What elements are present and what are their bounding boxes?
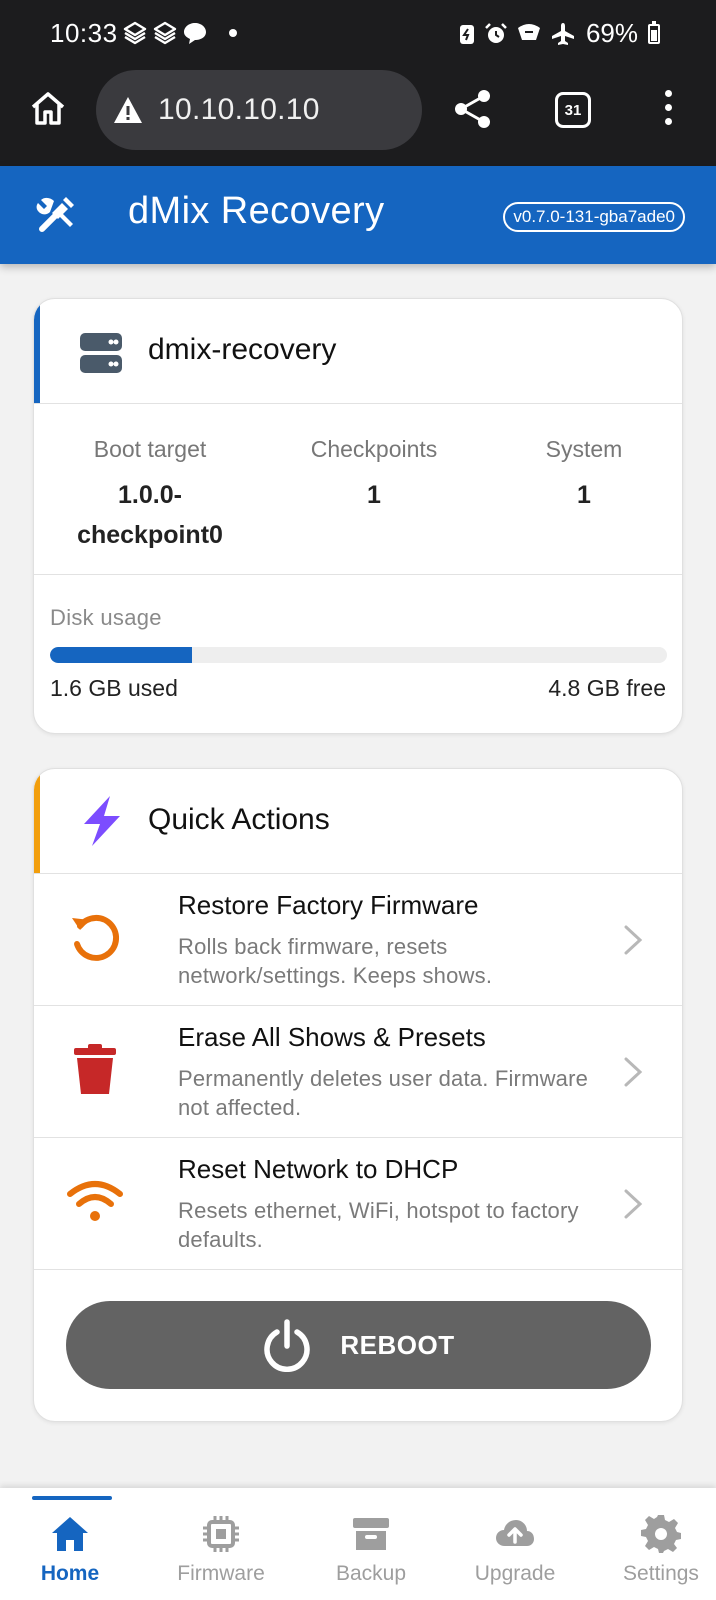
chevron-right-icon xyxy=(624,925,643,955)
share-icon[interactable] xyxy=(452,88,494,130)
action-reset-network[interactable]: Reset Network to DHCP Resets ethernet, W… xyxy=(34,1137,682,1269)
trash-icon xyxy=(74,1044,116,1094)
nav-home[interactable]: Home xyxy=(0,1488,140,1600)
restore-icon xyxy=(72,914,120,961)
home-icon xyxy=(52,1517,88,1551)
stat-value: 1 xyxy=(577,481,591,509)
action-restore-firmware[interactable]: Restore Factory Firmware Rolls back firm… xyxy=(34,873,682,1005)
nav-upgrade[interactable]: Upgrade xyxy=(445,1488,585,1600)
gear-icon xyxy=(641,1515,681,1553)
chip-icon xyxy=(203,1516,239,1552)
app-notification-icon xyxy=(123,21,147,45)
alarm-icon xyxy=(485,22,507,43)
action-description: Rolls back firmware, resets network/sett… xyxy=(178,934,493,988)
bottom-navigation: Home Firmware Backup Upgrade Settings xyxy=(0,1488,716,1600)
quick-actions-title: Quick Actions xyxy=(148,803,330,836)
url-text[interactable]: 10.10.10.10 xyxy=(158,93,320,127)
nav-label: Backup xyxy=(335,1562,407,1585)
device-header: dmix-recovery xyxy=(34,299,682,403)
stat-boot-target: Boot target 1.0.0-checkpoint0 xyxy=(50,436,250,555)
stat-label: System xyxy=(545,436,623,462)
quick-actions-header: Quick Actions xyxy=(34,769,682,873)
version-badge: v0.7.0-131-gba7ade0 xyxy=(503,202,685,232)
status-dot xyxy=(229,29,237,37)
more-vert-icon[interactable] xyxy=(662,90,674,130)
action-description: Permanently deletes user data. Firmware … xyxy=(178,1066,589,1120)
stat-value: 1 xyxy=(367,481,381,509)
message-icon xyxy=(184,23,206,44)
nav-label: Upgrade xyxy=(474,1562,556,1585)
stat-system: System 1 xyxy=(484,436,682,515)
warning-icon[interactable] xyxy=(112,95,144,125)
airplane-mode-icon xyxy=(551,22,574,45)
device-card: dmix-recovery Boot target 1.0.0-checkpoi… xyxy=(33,298,683,734)
tab-count: 31 xyxy=(564,101,582,119)
device-stats: Boot target 1.0.0-checkpoint0 Checkpoint… xyxy=(34,404,682,574)
battery-saver-icon xyxy=(459,24,474,44)
disk-used: 1.6 GB used xyxy=(50,675,178,701)
app-bar: dMix Recovery v0.7.0-131-gba7ade0 xyxy=(0,166,716,264)
home-icon[interactable] xyxy=(28,88,68,128)
wifi-icon xyxy=(67,1181,123,1221)
disk-usage-bar xyxy=(50,647,667,663)
disk-usage: Disk usage 1.6 GB used 4.8 GB free xyxy=(34,575,682,733)
nav-settings[interactable]: Settings xyxy=(591,1488,716,1600)
battery-icon xyxy=(648,20,660,44)
chevron-right-icon xyxy=(624,1057,643,1087)
action-description: Resets ethernet, WiFi, hotspot to factor… xyxy=(178,1198,579,1252)
status-bar: 10:33 69% xyxy=(0,0,716,70)
nav-backup[interactable]: Backup xyxy=(301,1488,441,1600)
battery-percent: 69% xyxy=(585,18,638,48)
reboot-label: REBOOT xyxy=(340,1329,455,1360)
status-time: 10:33 xyxy=(50,18,118,48)
server-icon xyxy=(80,333,122,373)
power-icon xyxy=(264,1319,311,1372)
tools-icon xyxy=(36,197,74,232)
lightning-icon xyxy=(84,796,120,846)
tabs-icon[interactable]: 31 xyxy=(555,92,591,128)
action-erase-shows[interactable]: Erase All Shows & Presets Permanently de… xyxy=(34,1005,682,1137)
archive-icon xyxy=(353,1518,389,1550)
device-hostname: dmix-recovery xyxy=(148,333,337,366)
nav-firmware[interactable]: Firmware xyxy=(151,1488,291,1600)
reboot-button[interactable]: REBOOT xyxy=(66,1301,651,1389)
action-separator xyxy=(34,1269,682,1270)
app-title: dMix Recovery xyxy=(128,190,385,232)
stat-label: Boot target xyxy=(93,436,207,462)
active-indicator xyxy=(32,1496,112,1500)
stat-value: 1.0.0-checkpoint0 xyxy=(77,481,223,549)
address-bar[interactable]: 10.10.10.10 xyxy=(96,70,422,150)
nav-label: Home xyxy=(40,1562,100,1585)
stat-label: Checkpoints xyxy=(310,436,438,462)
quick-actions-card: Quick Actions Restore Factory Firmware R… xyxy=(33,768,683,1422)
action-title: Restore Factory Firmware xyxy=(178,890,479,920)
notification-icons xyxy=(122,20,208,46)
browser-chrome: 10:33 69% 10.10.10.10 31 xyxy=(0,0,716,166)
cloud-upload-icon xyxy=(496,1520,534,1546)
system-status-icons: 69% xyxy=(458,18,660,49)
nav-label: Settings xyxy=(623,1562,699,1585)
disk-free: 4.8 GB free xyxy=(548,675,666,701)
chevron-right-icon xyxy=(624,1189,643,1219)
browser-toolbar: 10.10.10.10 31 xyxy=(0,66,716,162)
nav-label: Firmware xyxy=(177,1562,265,1585)
disk-usage-label: Disk usage xyxy=(50,605,162,630)
app-notification-icon xyxy=(153,21,177,45)
wifi-calling-icon xyxy=(517,23,540,40)
disk-usage-fill xyxy=(50,647,192,663)
stat-checkpoints: Checkpoints 1 xyxy=(274,436,474,515)
action-title: Reset Network to DHCP xyxy=(178,1154,459,1184)
action-title: Erase All Shows & Presets xyxy=(178,1022,486,1052)
